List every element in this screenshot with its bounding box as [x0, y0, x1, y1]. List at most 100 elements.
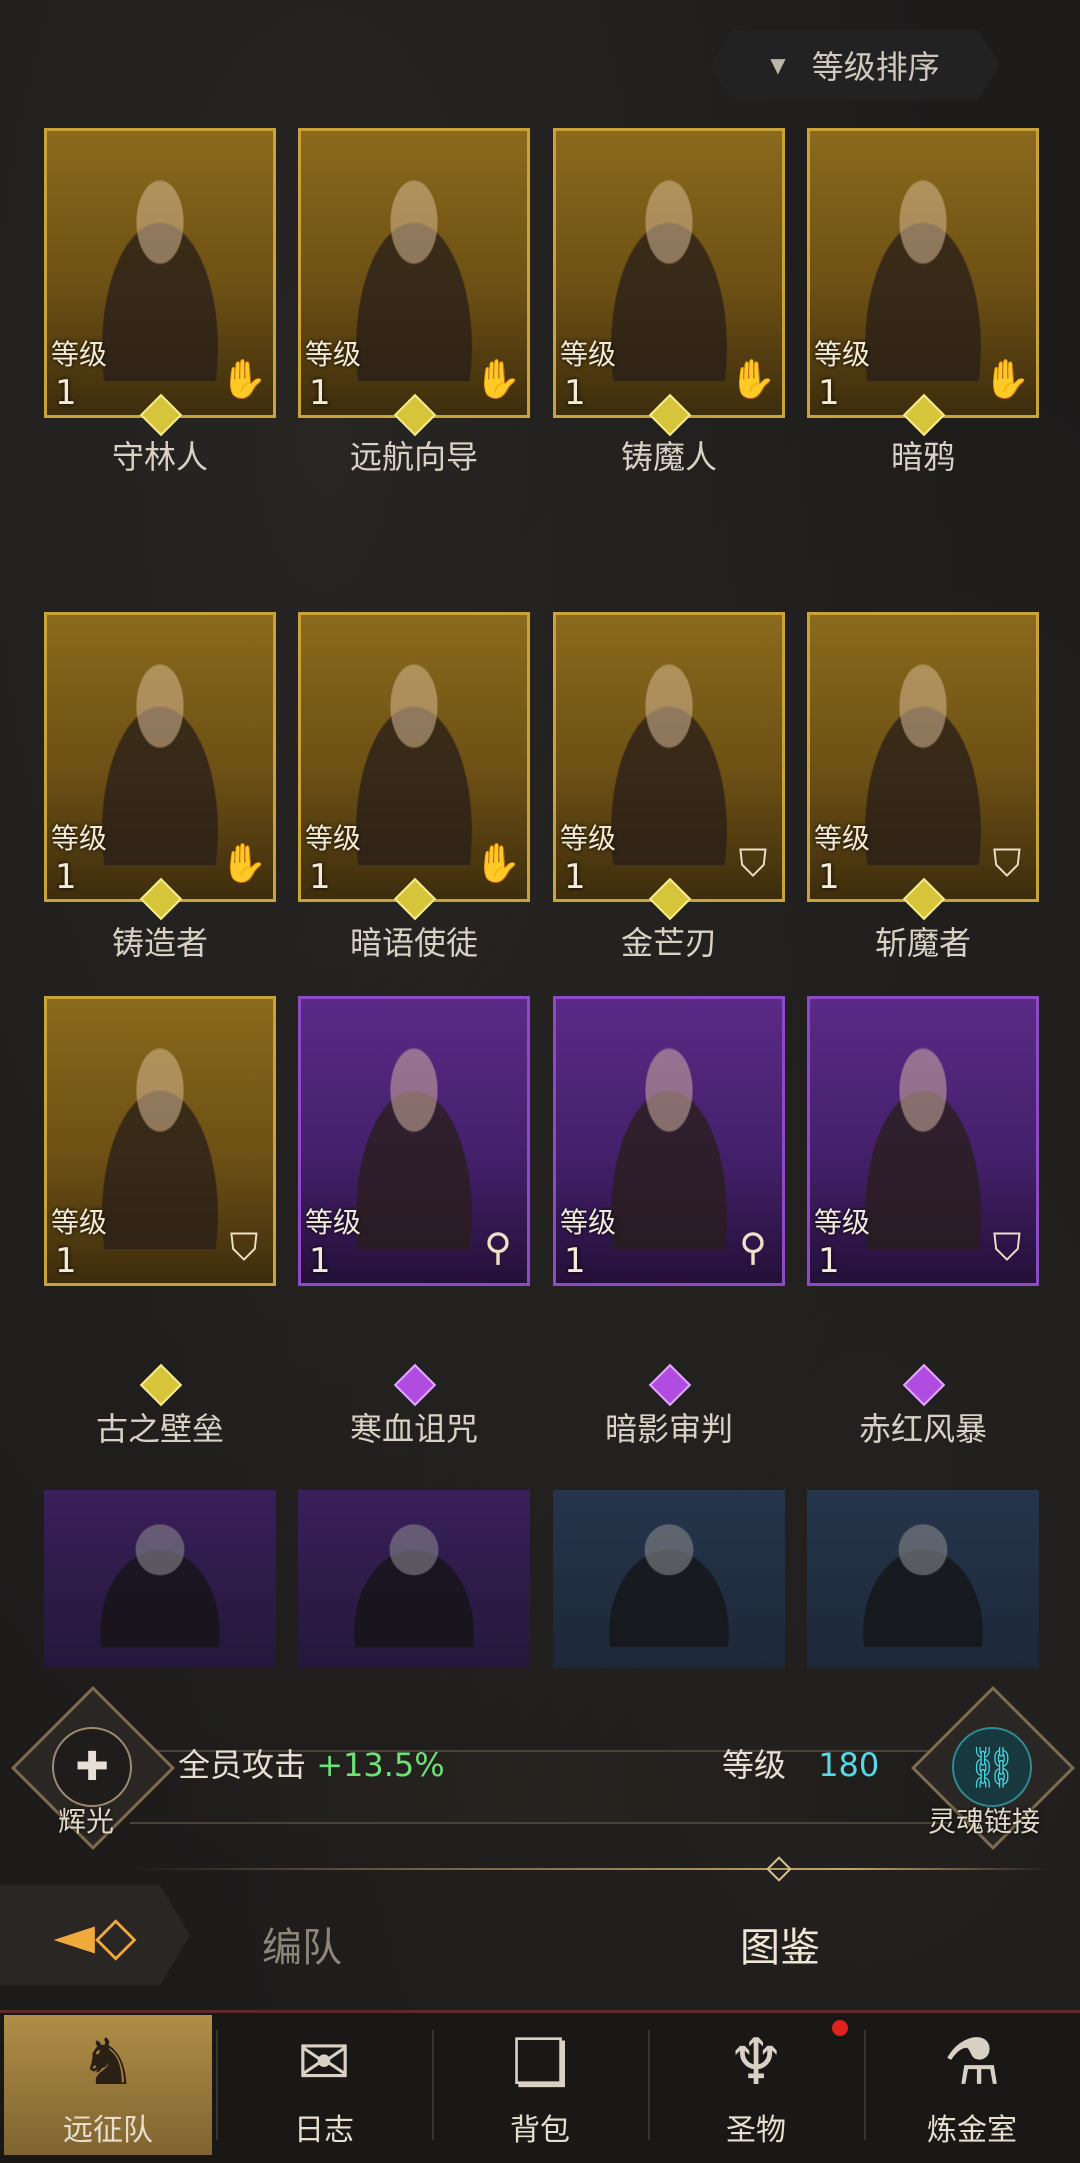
alchemy-icon: ⚗ [943, 2026, 1001, 2100]
level-value: 1 [309, 373, 331, 413]
level-label: 等级 [814, 1206, 871, 1239]
radiance-label: 辉光 [58, 1805, 115, 1838]
level-label: 等级 [305, 822, 362, 855]
hero-portrait [321, 1504, 507, 1647]
hand-icon: ✋ [220, 356, 268, 401]
staff-icon: ⚲ [739, 1225, 767, 1269]
horned-helmet-icon: ♞ [79, 2026, 137, 2100]
hero-card[interactable]: 等级 1 ⛉ [807, 996, 1039, 1286]
hero-name: 铸魔人 [620, 438, 717, 476]
shield-icon: ⛉ [229, 1224, 259, 1269]
hero-card-partial[interactable] [807, 1490, 1039, 1668]
nav-label: 背包 [510, 2113, 570, 2148]
nav-alchemy[interactable]: ⚗ 炼金室 [868, 2015, 1076, 2155]
hand-icon: ✋ [729, 356, 777, 401]
scroll-icon: ✉ [297, 2026, 351, 2100]
hero-card[interactable]: 等级 1 ✋ [807, 128, 1039, 418]
level-value: 1 [564, 373, 586, 413]
staff-icon: ⚲ [484, 1225, 512, 1269]
hero-card-partial[interactable] [298, 1490, 530, 1668]
soul-link-level-label: 等级 [722, 1746, 787, 1784]
hero-card[interactable]: 等级 1 ✋ [44, 612, 276, 902]
section-divider [130, 1868, 1050, 1870]
nav-label: 远征队 [63, 2113, 153, 2148]
hero-portrait [576, 1504, 762, 1647]
level-label: 等级 [305, 338, 362, 371]
nav-backpack[interactable]: ❏ 背包 [436, 2015, 644, 2155]
hero-name: 远航向导 [349, 438, 478, 476]
hero-name: 暗影审判 [604, 1410, 733, 1448]
nav-label: 圣物 [726, 2113, 786, 2148]
nav-label: 炼金室 [927, 2113, 1017, 2148]
hero-card-partial[interactable] [553, 1490, 785, 1668]
level-value: 1 [309, 857, 331, 897]
hero-card[interactable]: 等级 1 ⛉ [807, 612, 1039, 902]
notification-dot [832, 2020, 848, 2036]
hero-portrait [830, 1504, 1016, 1647]
level-label: 等级 [305, 1206, 362, 1239]
hand-icon: ✋ [220, 840, 268, 885]
hero-card[interactable]: 等级 1 ⛉ [44, 996, 276, 1286]
hero-card[interactable]: 等级 1 ✋ [553, 128, 785, 418]
attack-bonus-value: +13.5% [316, 1746, 445, 1784]
nav-separator [864, 2030, 866, 2140]
soul-link-level: 等级 180 [722, 1740, 879, 1786]
hero-name: 暗鸦 [890, 438, 955, 476]
level-value: 1 [564, 1241, 586, 1281]
hero-card[interactable]: 等级 1 ⛉ [553, 612, 785, 902]
soul-link-level-value: 180 [818, 1746, 880, 1784]
hero-name: 守林人 [111, 438, 208, 476]
nav-separator [216, 2030, 218, 2140]
bag-icon: ❏ [511, 2026, 569, 2100]
hero-card-partial[interactable] [44, 1490, 276, 1668]
hero-card[interactable]: 等级 1 ⚲ [553, 996, 785, 1286]
hero-name: 赤红风暴 [858, 1410, 987, 1448]
hand-icon: ✋ [474, 840, 522, 885]
level-label: 等级 [814, 822, 871, 855]
shield-icon: ⛉ [738, 840, 768, 885]
level-label: 等级 [51, 1206, 108, 1239]
level-value: 1 [564, 857, 586, 897]
level-label: 等级 [51, 822, 108, 855]
level-value: 1 [55, 857, 77, 897]
level-label: 等级 [560, 338, 617, 371]
level-label: 等级 [560, 822, 617, 855]
link-icon: ⛓ [952, 1727, 1032, 1807]
hero-card[interactable]: 等级 1 ⚲ [298, 996, 530, 1286]
nav-log[interactable]: ✉ 日志 [220, 2015, 428, 2155]
hand-icon: ✋ [474, 356, 522, 401]
hero-name: 斩魔者 [874, 924, 971, 962]
back-arrow-icon: ◄◇ [53, 1903, 137, 1967]
nav-relics[interactable]: ♆ 圣物 [652, 2015, 860, 2155]
hero-name: 暗语使徒 [349, 924, 478, 962]
soul-link-label: 灵魂链接 [928, 1805, 1041, 1838]
sort-button-label: 等级排序 [811, 48, 940, 86]
hero-name: 寒血诅咒 [349, 1410, 478, 1448]
nav-separator [432, 2030, 434, 2140]
attack-bonus: 全员攻击 +13.5% [178, 1740, 445, 1786]
attack-bonus-label: 全员攻击 [178, 1746, 307, 1784]
level-label: 等级 [814, 338, 871, 371]
nav-label: 日志 [294, 2113, 354, 2148]
nav-expedition[interactable]: ♞ 远征队 [4, 2015, 212, 2155]
level-value: 1 [55, 1241, 77, 1281]
level-label: 等级 [51, 338, 108, 371]
dropdown-caret-icon: ▼ [770, 53, 786, 77]
hero-card[interactable]: 等级 1 ✋ [298, 128, 530, 418]
hero-card[interactable]: 等级 1 ✋ [44, 128, 276, 418]
back-button[interactable]: ◄◇ [0, 1885, 190, 1985]
hero-name: 古之壁垒 [95, 1410, 224, 1448]
tab-formation[interactable]: 编队 [262, 1915, 342, 1973]
hero-name: 金芒刃 [620, 924, 717, 962]
level-label: 等级 [560, 1206, 617, 1239]
hero-name: 铸造者 [111, 924, 208, 962]
tab-codex[interactable]: 图鉴 [740, 1915, 820, 1973]
level-value: 1 [818, 373, 840, 413]
shield-icon: ⛉ [992, 1224, 1022, 1269]
level-value: 1 [818, 857, 840, 897]
sort-by-level-button[interactable]: ▼ 等级排序 [710, 30, 1000, 100]
level-value: 1 [818, 1241, 840, 1281]
hero-card[interactable]: 等级 1 ✋ [298, 612, 530, 902]
level-value: 1 [55, 373, 77, 413]
hand-icon: ✋ [983, 356, 1031, 401]
